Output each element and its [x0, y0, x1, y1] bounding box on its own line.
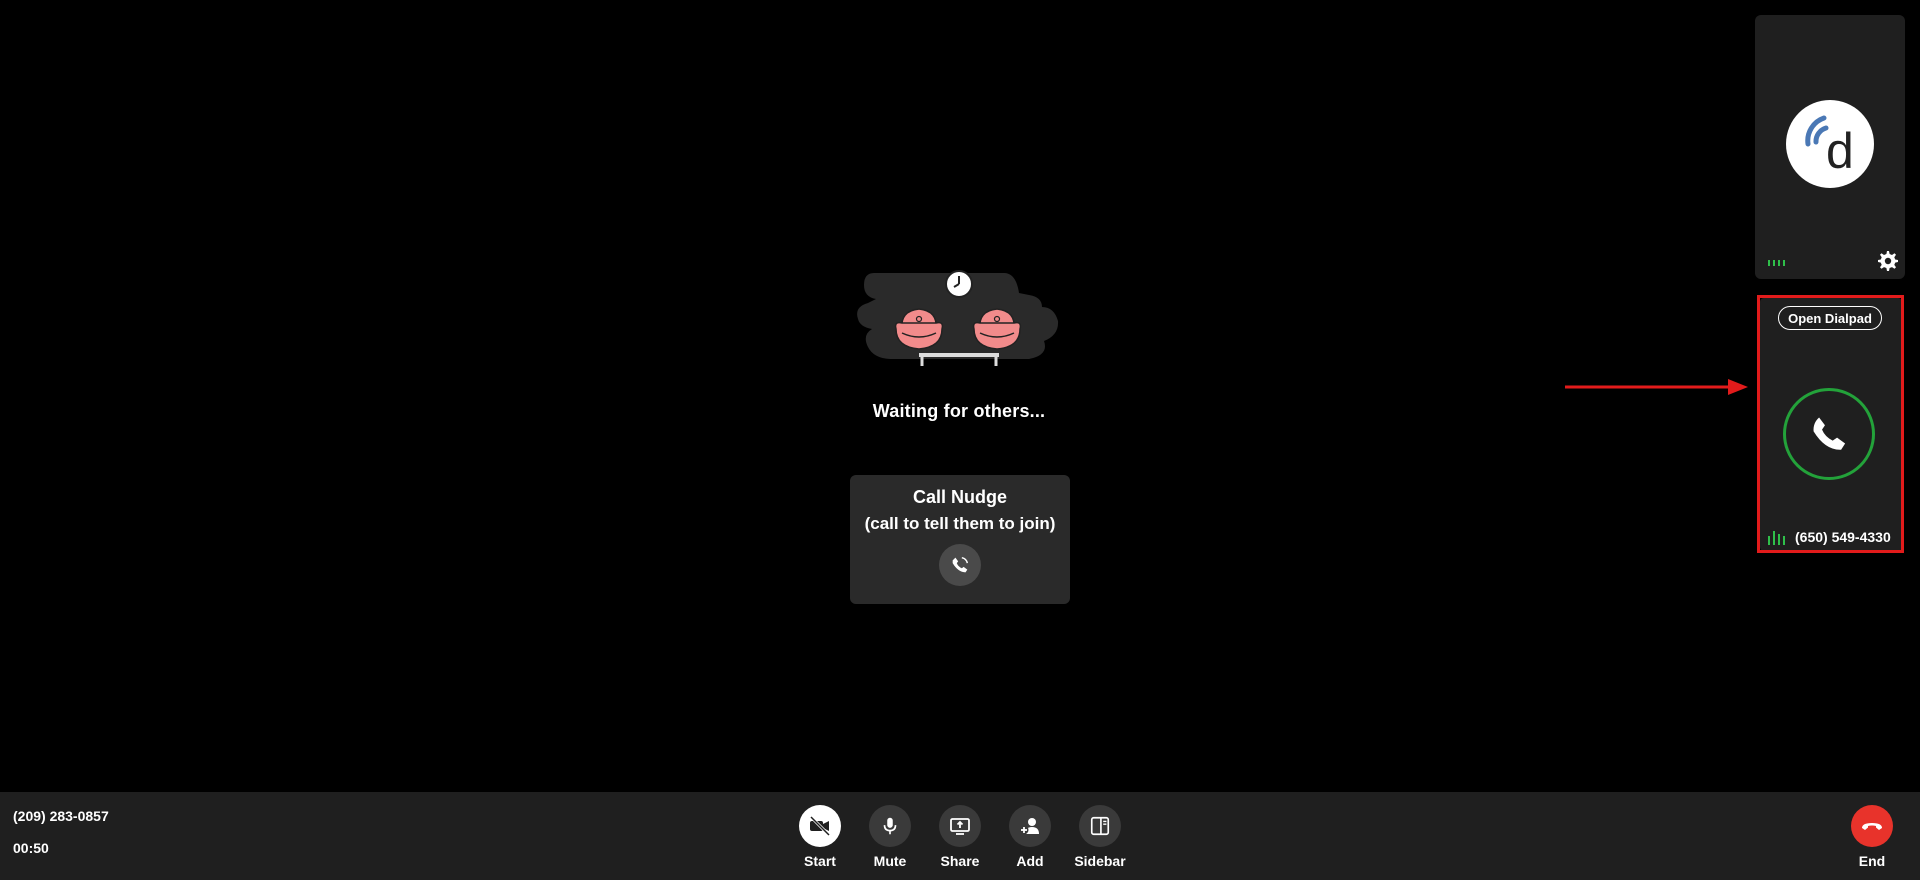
audio-level-icon	[1768, 531, 1785, 545]
share-screen-icon	[939, 805, 981, 847]
svg-text:d: d	[1826, 123, 1854, 179]
self-video-tile: d	[1755, 15, 1905, 279]
open-dialpad-button[interactable]: Open Dialpad	[1778, 306, 1882, 330]
ringing-indicator	[1783, 388, 1875, 480]
waiting-room-illustration	[857, 270, 1059, 366]
video-off-icon	[799, 805, 841, 847]
mute-label: Mute	[873, 853, 907, 869]
hang-up-icon	[1851, 805, 1893, 847]
gear-icon[interactable]	[1875, 249, 1899, 273]
microphone-icon	[869, 805, 911, 847]
nudge-title: Call Nudge	[912, 487, 1007, 507]
add-label: Add	[1016, 853, 1044, 869]
share-screen-button[interactable]: Share	[925, 805, 995, 869]
end-label: End	[1858, 853, 1886, 869]
mute-button[interactable]: Mute	[855, 805, 925, 869]
sidebar-label: Sidebar	[1074, 853, 1126, 869]
end-call-button[interactable]: End	[1837, 805, 1907, 869]
dialpad-logo-icon: d	[1786, 100, 1874, 188]
annotation-arrow	[1565, 379, 1748, 395]
add-person-icon	[1009, 805, 1051, 847]
call-timer: 00:50	[13, 840, 49, 856]
call-screen: Waiting for others... Call Nudge (call t…	[0, 0, 1920, 880]
outgoing-call-tile: Open Dialpad (650) 549-4330	[1760, 298, 1902, 551]
phone-ringing-icon	[952, 556, 969, 573]
call-control-bar: (209) 283-0857 00:50 Start Mute Share Ad…	[0, 792, 1920, 880]
start-video-label: Start	[804, 853, 836, 869]
phone-icon	[1813, 417, 1846, 450]
waiting-area: Waiting for others...	[854, 263, 1064, 422]
call-nudge-card: Call Nudge (call to tell them to join)	[850, 475, 1070, 604]
waiting-text: Waiting for others...	[872, 401, 1046, 421]
dialpad-logo-mark: d	[1805, 115, 1854, 179]
outgoing-phone-number: (650) 549-4330	[1795, 529, 1891, 545]
caller-number: (209) 283-0857	[13, 808, 109, 824]
nudge-subtitle: (call to tell them to join)	[864, 514, 1056, 533]
share-label: Share	[940, 853, 980, 869]
start-video-button[interactable]: Start	[785, 805, 855, 869]
sidebar-icon	[1079, 805, 1121, 847]
add-participant-button[interactable]: Add	[995, 805, 1065, 869]
sidebar-toggle-button[interactable]: Sidebar	[1065, 805, 1135, 869]
nudge-call-button[interactable]	[939, 544, 981, 586]
audio-level-icon	[1768, 260, 1785, 266]
